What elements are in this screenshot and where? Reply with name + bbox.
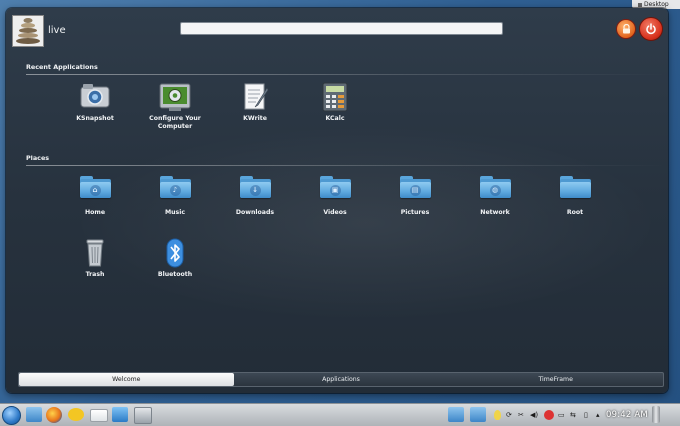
lock-screen-button[interactable] bbox=[616, 19, 636, 39]
kickoff-icon[interactable] bbox=[2, 406, 21, 425]
tab-welcome[interactable]: Welcome bbox=[19, 373, 234, 386]
tray-expand-icon[interactable]: ▴ bbox=[596, 411, 600, 419]
stone-layer bbox=[16, 38, 40, 44]
tab-applications[interactable]: Applications bbox=[234, 373, 449, 386]
clipboard-icon[interactable]: ▭ bbox=[558, 411, 565, 419]
notification-icon[interactable] bbox=[494, 410, 501, 420]
home-folder-icon: ⌂ bbox=[79, 176, 111, 206]
desktop-icon bbox=[638, 2, 642, 7]
place-label: Bluetooth bbox=[157, 271, 193, 278]
places-divider bbox=[26, 165, 666, 166]
application-launcher: live Recent Applications KSnapshot Confi… bbox=[6, 8, 668, 393]
app-label: KWrite bbox=[243, 115, 267, 122]
app-label: KSnapshot bbox=[76, 115, 114, 122]
places-heading: Places bbox=[26, 154, 50, 162]
updates-icon[interactable]: ⟳ bbox=[506, 411, 512, 419]
place-label: Trash bbox=[85, 271, 105, 278]
place-bluetooth[interactable]: Bluetooth bbox=[140, 238, 210, 279]
volume-icon[interactable]: ◀) bbox=[530, 411, 538, 419]
place-music[interactable]: ♪ Music bbox=[140, 172, 210, 217]
music-folder-icon: ♪ bbox=[159, 176, 191, 206]
place-network[interactable]: ◍ Network bbox=[460, 172, 530, 217]
screenshot-icon[interactable] bbox=[134, 407, 152, 424]
videos-folder-icon: ▣ bbox=[319, 176, 351, 206]
firefox-icon[interactable] bbox=[46, 407, 62, 423]
place-label: Downloads bbox=[235, 209, 275, 216]
battery-icon[interactable]: ▯ bbox=[584, 411, 588, 419]
place-pictures[interactable]: ▤ Pictures bbox=[380, 172, 450, 217]
desktop-tab-label: Desktop bbox=[644, 1, 669, 8]
place-root[interactable]: Root bbox=[540, 172, 610, 217]
place-label: Pictures bbox=[400, 209, 430, 216]
recent-divider bbox=[26, 74, 666, 75]
place-trash[interactable]: Trash bbox=[60, 238, 130, 279]
app-kwrite[interactable]: KWrite bbox=[220, 82, 290, 123]
tab-timeframe[interactable]: TimeFrame bbox=[448, 373, 663, 386]
place-label: Home bbox=[84, 209, 106, 216]
mail-icon[interactable] bbox=[90, 409, 108, 422]
network-folder-icon: ◍ bbox=[479, 176, 511, 206]
pager-desktop-2-icon[interactable] bbox=[470, 407, 486, 422]
ksnapshot-icon bbox=[79, 82, 111, 112]
media-player-icon[interactable] bbox=[112, 407, 128, 422]
cut-icon[interactable]: ✂ bbox=[518, 411, 524, 419]
kcalc-icon bbox=[319, 82, 351, 112]
stop-icon[interactable] bbox=[544, 410, 554, 420]
place-label: Videos bbox=[323, 209, 347, 216]
pictures-folder-icon: ▤ bbox=[399, 176, 431, 206]
search-input[interactable] bbox=[180, 22, 503, 35]
place-downloads[interactable]: ↓ Downloads bbox=[220, 172, 290, 217]
shutdown-button[interactable] bbox=[639, 17, 663, 41]
chat-icon[interactable] bbox=[68, 408, 84, 421]
lock-icon bbox=[622, 24, 630, 34]
network-tray-icon[interactable]: ⇆ bbox=[570, 411, 576, 419]
app-ksnapshot[interactable]: KSnapshot bbox=[60, 82, 130, 123]
place-home[interactable]: ⌂ Home bbox=[60, 172, 130, 217]
panel-toolbox-icon[interactable] bbox=[652, 406, 660, 423]
root-folder-icon bbox=[559, 176, 591, 206]
place-label: Root bbox=[566, 209, 584, 216]
trash-icon bbox=[79, 238, 111, 268]
place-videos[interactable]: ▣ Videos bbox=[300, 172, 370, 217]
clock[interactable]: 09:42 AM bbox=[606, 410, 648, 420]
recent-applications-heading: Recent Applications bbox=[26, 63, 98, 71]
place-label: Network bbox=[480, 209, 510, 216]
file-manager-icon[interactable] bbox=[26, 407, 42, 422]
user-name: live bbox=[48, 25, 66, 36]
taskbar: ⟳ ✂ ◀) ▭ ⇆ ▯ ▴ 09:42 AM bbox=[0, 403, 680, 426]
pager-desktop-1-icon[interactable] bbox=[448, 407, 464, 422]
app-configure-your-computer[interactable]: Configure Your Computer bbox=[140, 82, 210, 130]
app-label: KCalc bbox=[325, 115, 345, 122]
bluetooth-icon bbox=[159, 238, 191, 268]
place-label: Music bbox=[164, 209, 186, 216]
launcher-tab-bar: Welcome Applications TimeFrame bbox=[18, 372, 664, 387]
kwrite-icon bbox=[239, 82, 271, 112]
app-kcalc[interactable]: KCalc bbox=[300, 82, 370, 123]
system-settings-icon bbox=[159, 82, 191, 112]
app-label: Configure Your Computer bbox=[149, 115, 201, 130]
avatar[interactable] bbox=[12, 15, 44, 47]
downloads-folder-icon: ↓ bbox=[239, 176, 271, 206]
power-icon bbox=[646, 23, 656, 35]
